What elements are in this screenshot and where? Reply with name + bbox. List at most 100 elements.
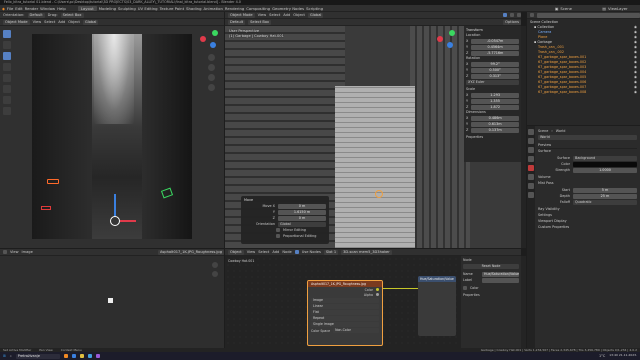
shading-material-icon[interactable] [510, 13, 514, 17]
node-label-field[interactable] [482, 277, 519, 283]
node-object-dropdown[interactable]: Object [228, 249, 244, 255]
color-socket[interactable] [376, 288, 379, 291]
menu-file[interactable]: File [7, 6, 13, 11]
tab-modeling[interactable]: Modeling [99, 6, 116, 11]
outliner-search[interactable] [537, 12, 640, 18]
node-color-checkbox[interactable] [463, 286, 467, 290]
gizmo-y-axis[interactable] [114, 194, 116, 216]
node-add-menu[interactable]: Add [272, 250, 279, 254]
rotate-tool-icon[interactable] [3, 63, 11, 71]
material-selector[interactable]: 3D-scan mem5_3D3haker [341, 249, 392, 255]
blender-logo-icon[interactable]: ◆ [2, 6, 5, 11]
image-editor-icon[interactable] [3, 250, 7, 254]
main-add-menu[interactable]: Add [283, 13, 290, 17]
proportional-checkbox[interactable] [276, 234, 280, 238]
tab-compositing[interactable]: Compositing [246, 6, 270, 11]
hue-sat-node[interactable]: Hue/Saturation/Value [418, 276, 456, 336]
taskbar-clock[interactable]: 13:40 21.11.2023. [609, 353, 640, 358]
menu-edit[interactable]: Edit [15, 6, 22, 11]
interpolation-dropdown[interactable]: Linear [311, 304, 379, 309]
tab-scripting[interactable]: Scripting [306, 6, 323, 11]
view-layer-selector[interactable]: ViewLayer [608, 6, 640, 11]
node-node-menu[interactable]: Node [282, 250, 291, 254]
left-viewport[interactable] [0, 26, 224, 248]
main-view-menu[interactable]: View [258, 13, 267, 17]
node-view-menu[interactable]: View [247, 250, 256, 254]
alpha-socket[interactable] [376, 293, 379, 296]
loc-z-field[interactable]: -5.7716m [471, 50, 519, 56]
taskbar-app-icon[interactable] [71, 354, 76, 358]
tab-rendering[interactable]: Rendering [225, 6, 244, 11]
node-editor-canvas[interactable]: Cowboy Hat.001 Asphalt017_1K-JPG_Roughne… [225, 256, 461, 348]
orientation-dropdown[interactable]: Default [27, 12, 45, 18]
node-name-field[interactable]: Hue/Saturation/Value [482, 271, 519, 277]
rot-y-field[interactable]: 0.500° [471, 67, 519, 73]
mirror-checkbox[interactable] [276, 228, 280, 232]
ortho-toggle-icon[interactable] [208, 84, 215, 91]
left-view-menu[interactable]: View [33, 20, 42, 24]
left-select-menu[interactable]: Select [44, 20, 55, 24]
world-color-swatch[interactable] [573, 161, 637, 167]
dim-y-field[interactable]: 0.613m [471, 121, 519, 127]
move-x-field[interactable]: 0 m [278, 203, 326, 209]
select-tool-icon[interactable] [3, 30, 11, 38]
move-tool-icon[interactable] [3, 52, 11, 60]
mist-depth-field[interactable]: 25 m [573, 193, 637, 199]
drag-dropdown[interactable]: Select Box [60, 12, 84, 18]
move-z-field[interactable]: 0 m [278, 215, 326, 221]
windows-start-icon[interactable]: ⊞ [3, 354, 6, 358]
pan-icon[interactable] [212, 271, 218, 277]
annotate-tool-icon[interactable] [3, 96, 11, 104]
tab-shading[interactable]: Shading [186, 6, 201, 11]
object-tab-icon[interactable] [528, 174, 534, 180]
cursor-tool-icon[interactable] [3, 41, 11, 49]
image-editor-canvas[interactable] [0, 256, 224, 348]
search-icon[interactable]: ⌕ [10, 354, 12, 358]
node-properties-section[interactable]: Properties [463, 293, 519, 299]
shading-render-icon[interactable] [517, 13, 521, 17]
image-datablock[interactable]: Image [311, 298, 379, 303]
menu-help[interactable]: Help [57, 6, 66, 11]
extension-dropdown[interactable]: Repeat [311, 316, 379, 321]
shading-solid-icon[interactable] [503, 13, 507, 17]
move-orientation-dropdown[interactable]: Global [278, 221, 326, 227]
custom-properties-panel[interactable]: Custom Properties [538, 225, 637, 231]
material-tab-icon[interactable] [528, 192, 534, 198]
main-global-dropdown[interactable]: Global [307, 12, 324, 18]
image-file-selector[interactable]: Asphalt017_1K-JPG_Roughness.jpg [157, 249, 224, 255]
properties-section[interactable]: Properties [466, 135, 519, 140]
main-select-menu[interactable]: Select [269, 13, 280, 17]
modifier-tab-icon[interactable] [528, 183, 534, 189]
projection-dropdown[interactable]: Flat [311, 310, 379, 315]
taskbar-app-icon[interactable] [87, 354, 92, 358]
strength-field[interactable]: 1.0000 [573, 167, 637, 173]
left-mode-dropdown[interactable]: Object Mode [3, 19, 30, 25]
dim-x-field[interactable]: 0.486m [471, 115, 519, 121]
main-mode-dropdown[interactable]: Object Mode [228, 12, 255, 18]
options-dropdown[interactable]: Options [503, 19, 521, 25]
world-tab-icon[interactable] [528, 165, 534, 171]
node-select-menu[interactable]: Select [258, 250, 269, 254]
loc-y-field[interactable]: 0.4564m [471, 44, 519, 50]
reset-node-button[interactable]: Reset Node [463, 264, 519, 269]
camera-view-icon[interactable] [208, 74, 215, 81]
menu-window[interactable]: Window [40, 6, 55, 11]
scale-y-field[interactable]: 1.355 [471, 98, 519, 104]
mist-start-field[interactable]: 5 m [573, 187, 637, 193]
main-drag-dropdown[interactable]: Select Box [248, 19, 272, 25]
outliner-filter-icon[interactable] [530, 13, 534, 17]
image-image-menu[interactable]: Image [22, 250, 33, 254]
tool-tab-icon[interactable] [528, 129, 534, 135]
rot-z-field[interactable]: 0.313° [471, 73, 519, 79]
transform-tool-icon[interactable] [3, 85, 11, 93]
tab-texture-paint[interactable]: Texture Paint [160, 6, 185, 11]
tab-sculpting[interactable]: Sculpting [118, 6, 136, 11]
left-navigation-gizmo[interactable] [200, 30, 220, 50]
transform-gizmo[interactable] [110, 216, 120, 226]
zoom-icon[interactable] [208, 54, 215, 61]
image-view-menu[interactable]: View [10, 250, 19, 254]
tab-uv-editing[interactable]: UV Editing [138, 6, 158, 11]
taskbar-search[interactable]: Pretraživanje [15, 353, 60, 359]
render-tab-icon[interactable] [528, 138, 534, 144]
rot-x-field[interactable]: 99.2° [471, 61, 519, 67]
